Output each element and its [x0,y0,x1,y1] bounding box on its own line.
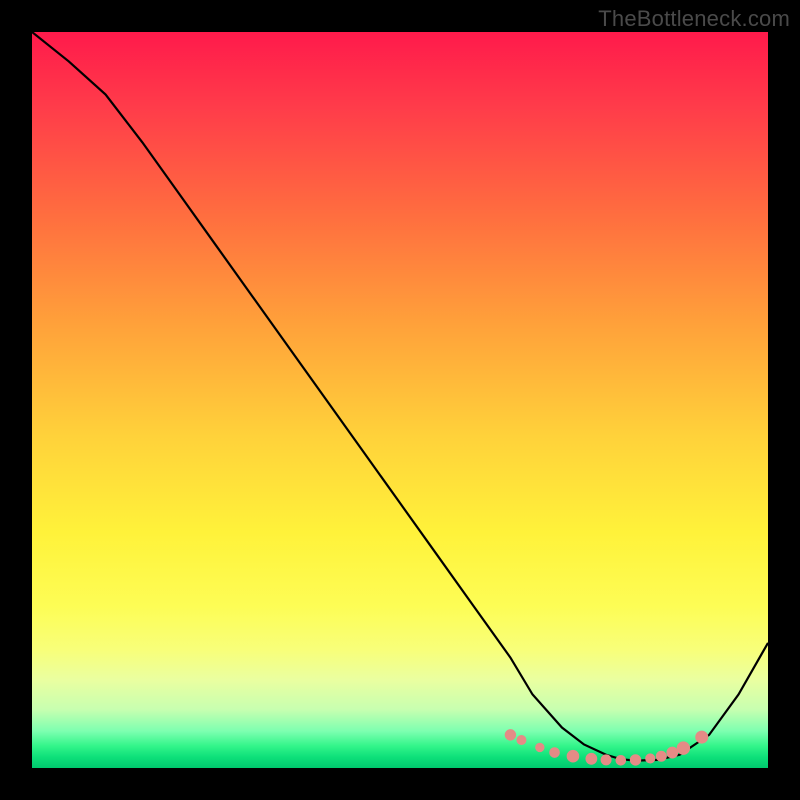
optimal-dot [646,754,655,763]
watermark-text: TheBottleneck.com [598,6,790,32]
optimal-dot [677,742,689,754]
optimal-dot [616,755,626,765]
highlight-dots [32,32,768,768]
optimal-dot [630,755,640,765]
optimal-dot [586,753,597,764]
optimal-dot [550,748,560,758]
optimal-dot [567,750,579,762]
curve-path [32,32,768,761]
optimal-dot [536,743,544,751]
plot-area [32,32,768,768]
dots-group [505,730,708,765]
bottleneck-curve [32,32,768,768]
optimal-dot [601,755,611,765]
chart-frame: TheBottleneck.com [0,0,800,800]
optimal-dot [505,730,515,740]
optimal-dot [696,731,708,743]
optimal-dot [667,747,678,758]
optimal-dot [656,751,666,761]
optimal-dot [517,736,526,745]
